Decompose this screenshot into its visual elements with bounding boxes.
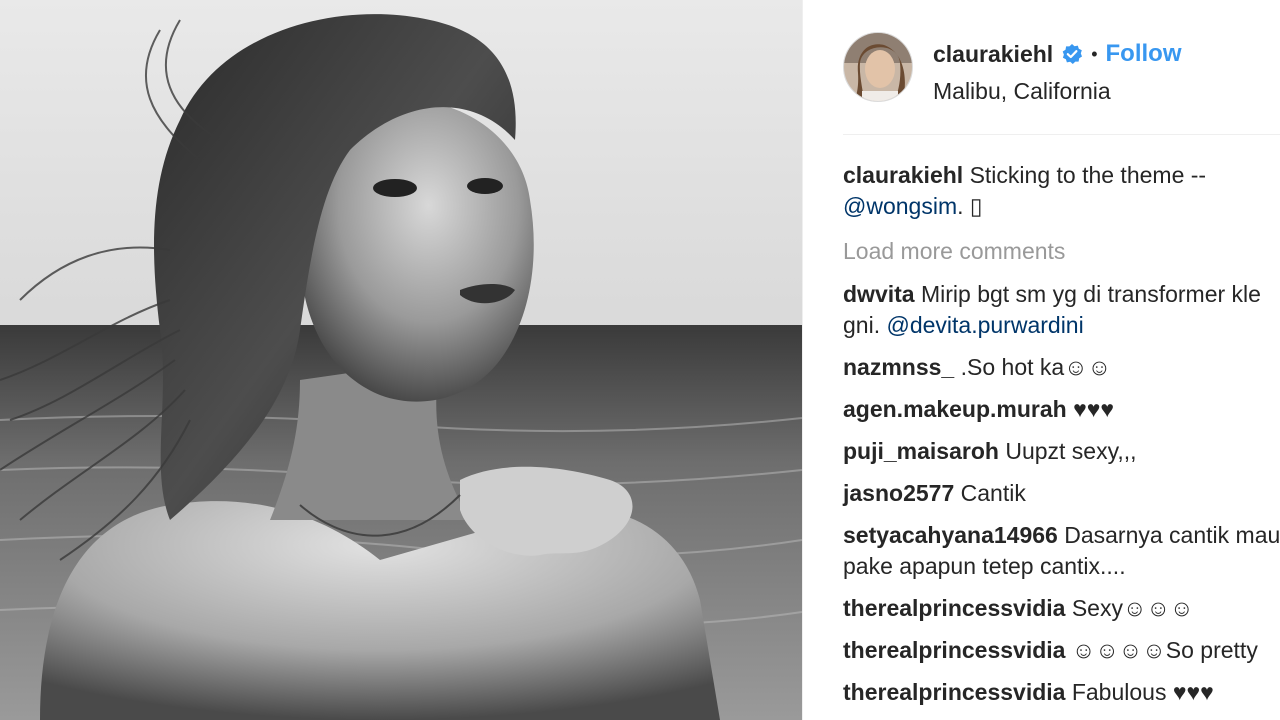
post-header: claurakiehl • Follow Malibu, California (803, 0, 1280, 136)
post-side-panel: claurakiehl • Follow Malibu, California … (803, 0, 1280, 720)
comment-username[interactable]: agen.makeup.murah (843, 396, 1067, 422)
username-row: claurakiehl • Follow (933, 38, 1181, 70)
comment-username[interactable]: nazmnss_ (843, 354, 954, 380)
comment: nazmnss_ .So hot ka☺☺ (843, 352, 1280, 383)
post-photo[interactable] (0, 0, 802, 720)
comment: jasno2577 Cantik (843, 478, 1280, 509)
comment: setyacahyana14966 Dasarnya cantik mau (843, 520, 1280, 551)
comment-username[interactable]: therealprincessvidia (843, 637, 1065, 663)
avatar-image (844, 33, 912, 101)
comment-text: Dasarnya cantik mau (1064, 522, 1280, 548)
comment-username[interactable]: jasno2577 (843, 480, 954, 506)
caption-text-end: . ▯ (957, 193, 983, 219)
comment-text: .So hot ka☺☺ (960, 354, 1112, 380)
comments-list: claurakiehl Sticking to the theme -- @wo… (843, 160, 1280, 708)
comment-text: Fabulous ♥♥♥ (1071, 679, 1214, 705)
caption-mention-link[interactable]: @wongsim (843, 193, 957, 219)
post-caption: claurakiehl Sticking to the theme -- (843, 160, 1280, 191)
post-photo-image (0, 0, 802, 720)
comment-username[interactable]: therealprincessvidia (843, 595, 1065, 621)
header-divider (843, 134, 1280, 135)
comment-text-line2: pake apapun tetep cantix.... (843, 553, 1126, 579)
comment-text: ☺☺☺☺So pretty (1071, 637, 1258, 663)
comment-line2: pake apapun tetep cantix.... (843, 551, 1280, 582)
comment: therealprincessvidia Fabulous ♥♥♥ (843, 677, 1280, 708)
comment-text: Uupzt sexy,,, (1005, 438, 1137, 464)
comment-username[interactable]: setyacahyana14966 (843, 522, 1058, 548)
caption-text: Sticking to the theme -- (969, 162, 1207, 188)
post-caption-line2: @wongsim. ▯ (843, 191, 1280, 222)
comment-text: Sexy☺☺☺ (1071, 595, 1194, 621)
post-location[interactable]: Malibu, California (933, 78, 1111, 105)
comment-line2: gni. @devita.purwardini (843, 310, 1280, 341)
avatar[interactable] (843, 32, 913, 102)
comment: therealprincessvidia ☺☺☺☺So pretty (843, 635, 1280, 666)
header-separator: • (1091, 43, 1098, 64)
comment-mention-link[interactable]: @devita.purwardini (886, 312, 1083, 338)
follow-button[interactable]: Follow (1106, 40, 1182, 68)
comment-username[interactable]: dwvita (843, 281, 915, 307)
caption-username[interactable]: claurakiehl (843, 162, 963, 188)
comment-username[interactable]: puji_maisaroh (843, 438, 999, 464)
comment-text-line2: gni. (843, 312, 887, 338)
post-username[interactable]: claurakiehl (933, 41, 1053, 68)
load-more-comments-button[interactable]: Load more comments (843, 236, 1280, 267)
comment: dwvita Mirip bgt sm yg di transformer kl… (843, 279, 1280, 310)
comment-text: Mirip bgt sm yg di transformer kle (920, 281, 1261, 307)
comment-text: ♥♥♥ (1073, 396, 1115, 422)
verified-badge-icon (1061, 43, 1083, 65)
comment: puji_maisaroh Uupzt sexy,,, (843, 436, 1280, 467)
comment-username[interactable]: therealprincessvidia (843, 679, 1065, 705)
comment: therealprincessvidia Sexy☺☺☺ (843, 593, 1280, 624)
comment: agen.makeup.murah ♥♥♥ (843, 394, 1280, 425)
comment-text: Cantik (960, 480, 1026, 506)
